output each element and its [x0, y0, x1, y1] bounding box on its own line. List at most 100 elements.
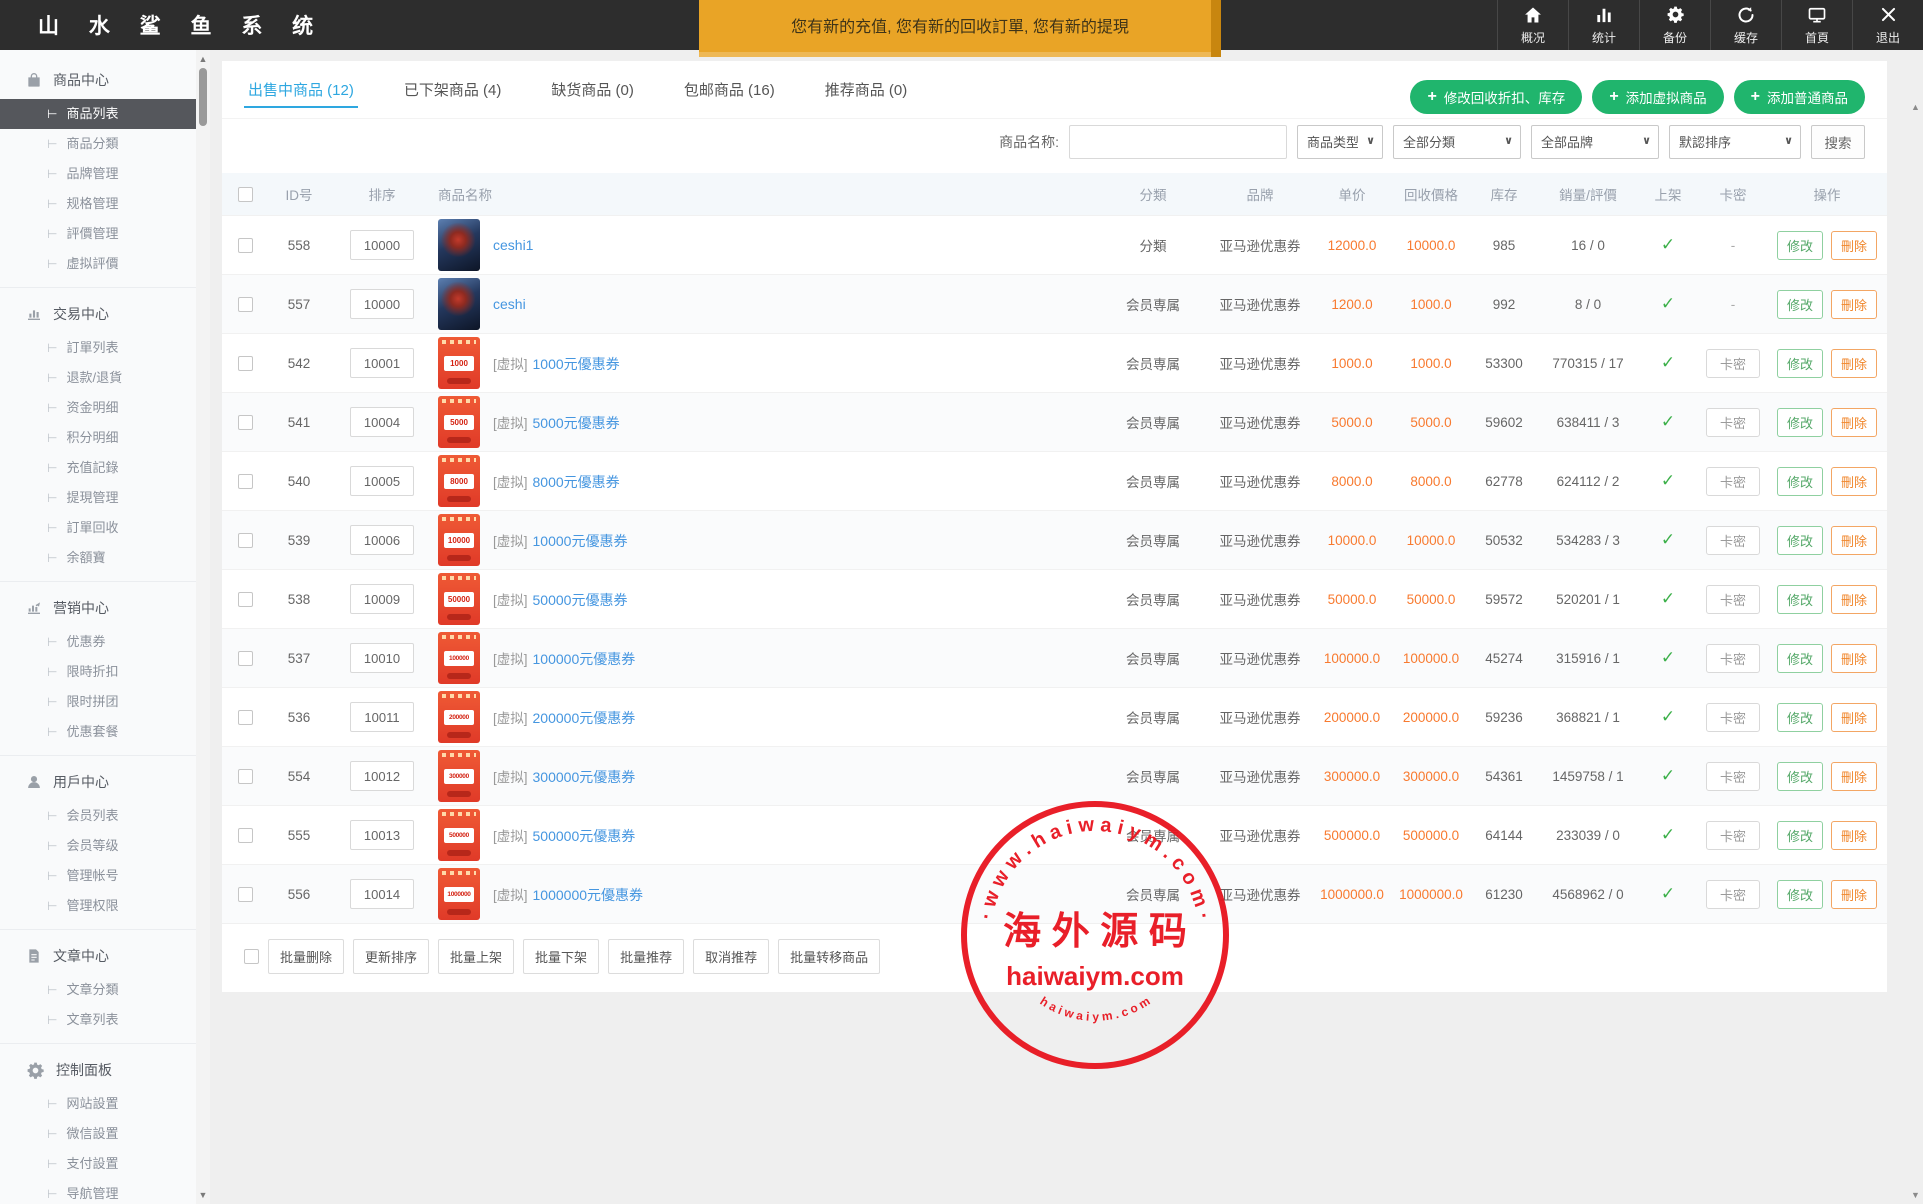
- delete-button[interactable]: 刪除: [1831, 880, 1877, 909]
- delete-button[interactable]: 刪除: [1831, 585, 1877, 614]
- product-name-input[interactable]: [1069, 125, 1287, 159]
- sidebar-item-优惠券[interactable]: ⊢优惠券: [0, 627, 196, 657]
- select-商品类型[interactable]: 商品类型: [1297, 125, 1383, 159]
- tab-出售中商品[interactable]: 出售中商品 (12): [244, 61, 358, 118]
- header-nav-备份[interactable]: 备份: [1639, 0, 1710, 50]
- row-checkbox[interactable]: [238, 592, 253, 607]
- delete-button[interactable]: 刪除: [1831, 467, 1877, 496]
- sidebar-item-評價管理[interactable]: ⊢評價管理: [0, 219, 196, 249]
- row-checkbox[interactable]: [238, 651, 253, 666]
- add-button-添加虚拟商品[interactable]: +添加虚拟商品: [1592, 80, 1723, 114]
- delete-button[interactable]: 刪除: [1831, 703, 1877, 732]
- sidebar-item-限时拼团[interactable]: ⊢限时拼团: [0, 687, 196, 717]
- product-name-link[interactable]: [虚拟]500000元優惠券: [493, 825, 635, 846]
- tab-包邮商品[interactable]: 包邮商品 (16): [680, 61, 779, 118]
- sidebar-item-资金明细[interactable]: ⊢资金明细: [0, 393, 196, 423]
- sidebar-item-提現管理[interactable]: ⊢提現管理: [0, 483, 196, 513]
- batch-button-更新排序[interactable]: 更新排序: [353, 939, 429, 974]
- sort-input[interactable]: [350, 820, 414, 850]
- product-name-link[interactable]: [虚拟]100000元優惠券: [493, 648, 635, 669]
- sidebar-item-品牌管理[interactable]: ⊢品牌管理: [0, 159, 196, 189]
- sort-input[interactable]: [350, 879, 414, 909]
- header-nav-统计[interactable]: 统计: [1568, 0, 1639, 50]
- edit-button[interactable]: 修改: [1777, 290, 1823, 319]
- sidebar-section-title[interactable]: 营销中心: [0, 588, 196, 627]
- sidebar-scrollbar-thumb[interactable]: [199, 68, 207, 126]
- sidebar-item-訂單列表[interactable]: ⊢訂單列表: [0, 333, 196, 363]
- delete-button[interactable]: 刪除: [1831, 349, 1877, 378]
- sidebar-item-优惠套餐[interactable]: ⊢优惠套餐: [0, 717, 196, 747]
- scroll-up-icon[interactable]: ▲: [196, 54, 210, 64]
- card-key-button[interactable]: 卡密: [1706, 408, 1760, 437]
- delete-button[interactable]: 刪除: [1831, 644, 1877, 673]
- sidebar-item-充值記錄[interactable]: ⊢充值記錄: [0, 453, 196, 483]
- sidebar-item-微信設置[interactable]: ⊢微信設置: [0, 1119, 196, 1149]
- edit-button[interactable]: 修改: [1777, 526, 1823, 555]
- sidebar-item-支付設置[interactable]: ⊢支付設置: [0, 1149, 196, 1179]
- card-key-button[interactable]: 卡密: [1706, 762, 1760, 791]
- batch-button-取消推荐[interactable]: 取消推荐: [693, 939, 769, 974]
- sort-input[interactable]: [350, 761, 414, 791]
- sidebar-section-title[interactable]: 控制面板: [0, 1050, 196, 1089]
- sort-input[interactable]: [350, 230, 414, 260]
- scroll-up-icon[interactable]: ▲: [1911, 102, 1920, 112]
- tab-缺货商品[interactable]: 缺货商品 (0): [547, 61, 638, 118]
- sidebar-item-会员列表[interactable]: ⊢会员列表: [0, 801, 196, 831]
- delete-button[interactable]: 刪除: [1831, 231, 1877, 260]
- sidebar-item-商品分類[interactable]: ⊢商品分類: [0, 129, 196, 159]
- sidebar-item-网站設置[interactable]: ⊢网站設置: [0, 1089, 196, 1119]
- sidebar-item-会员等级[interactable]: ⊢会员等级: [0, 831, 196, 861]
- product-name-link[interactable]: [虚拟]1000000元優惠券: [493, 884, 643, 905]
- product-name-link[interactable]: [虚拟]10000元優惠券: [493, 530, 627, 551]
- header-nav-退出[interactable]: 退出: [1852, 0, 1923, 50]
- sort-input[interactable]: [350, 289, 414, 319]
- sort-input[interactable]: [350, 466, 414, 496]
- sidebar-section-title[interactable]: 文章中心: [0, 936, 196, 975]
- sidebar-section-title[interactable]: 交易中心: [0, 294, 196, 333]
- sidebar-item-虚拟評價[interactable]: ⊢虚拟評價: [0, 249, 196, 279]
- edit-button[interactable]: 修改: [1777, 467, 1823, 496]
- batch-button-批量转移商品[interactable]: 批量转移商品: [778, 939, 880, 974]
- sidebar-item-导航管理[interactable]: ⊢导航管理: [0, 1179, 196, 1204]
- batch-button-批量上架[interactable]: 批量上架: [438, 939, 514, 974]
- card-key-button[interactable]: 卡密: [1706, 821, 1760, 850]
- header-nav-缓存[interactable]: 缓存: [1710, 0, 1781, 50]
- row-checkbox[interactable]: [238, 887, 253, 902]
- row-checkbox[interactable]: [238, 356, 253, 371]
- edit-button[interactable]: 修改: [1777, 408, 1823, 437]
- sort-input[interactable]: [350, 702, 414, 732]
- sidebar-item-文章列表[interactable]: ⊢文章列表: [0, 1005, 196, 1035]
- delete-button[interactable]: 刪除: [1831, 408, 1877, 437]
- select-全部品牌[interactable]: 全部品牌: [1531, 125, 1659, 159]
- tab-推荐商品[interactable]: 推荐商品 (0): [821, 61, 912, 118]
- batch-select-checkbox[interactable]: [244, 949, 259, 964]
- edit-button[interactable]: 修改: [1777, 762, 1823, 791]
- product-name-link[interactable]: [虚拟]1000元優惠券: [493, 353, 620, 374]
- batch-button-批量下架[interactable]: 批量下架: [523, 939, 599, 974]
- sidebar-item-管理权限[interactable]: ⊢管理权限: [0, 891, 196, 921]
- sidebar-item-訂單回收[interactable]: ⊢訂單回收: [0, 513, 196, 543]
- edit-button[interactable]: 修改: [1777, 880, 1823, 909]
- card-key-button[interactable]: 卡密: [1706, 703, 1760, 732]
- row-checkbox[interactable]: [238, 769, 253, 784]
- sidebar-item-退款/退貨[interactable]: ⊢退款/退貨: [0, 363, 196, 393]
- header-nav-概况[interactable]: 概况: [1497, 0, 1568, 50]
- row-checkbox[interactable]: [238, 238, 253, 253]
- sidebar-item-管理帐号[interactable]: ⊢管理帐号: [0, 861, 196, 891]
- batch-button-批量推荐[interactable]: 批量推荐: [608, 939, 684, 974]
- scroll-down-icon[interactable]: ▼: [196, 1190, 210, 1200]
- card-key-button[interactable]: 卡密: [1706, 467, 1760, 496]
- sort-input[interactable]: [350, 584, 414, 614]
- card-key-button[interactable]: 卡密: [1706, 880, 1760, 909]
- card-key-button[interactable]: 卡密: [1706, 644, 1760, 673]
- row-checkbox[interactable]: [238, 415, 253, 430]
- edit-button[interactable]: 修改: [1777, 703, 1823, 732]
- select-默認排序[interactable]: 默認排序: [1669, 125, 1801, 159]
- sort-input[interactable]: [350, 643, 414, 673]
- product-name-link[interactable]: [虚拟]200000元優惠券: [493, 707, 635, 728]
- card-key-button[interactable]: 卡密: [1706, 585, 1760, 614]
- edit-button[interactable]: 修改: [1777, 644, 1823, 673]
- sidebar-section-title[interactable]: 商品中心: [0, 60, 196, 99]
- delete-button[interactable]: 刪除: [1831, 526, 1877, 555]
- sidebar-item-余額寶[interactable]: ⊢余額寶: [0, 543, 196, 573]
